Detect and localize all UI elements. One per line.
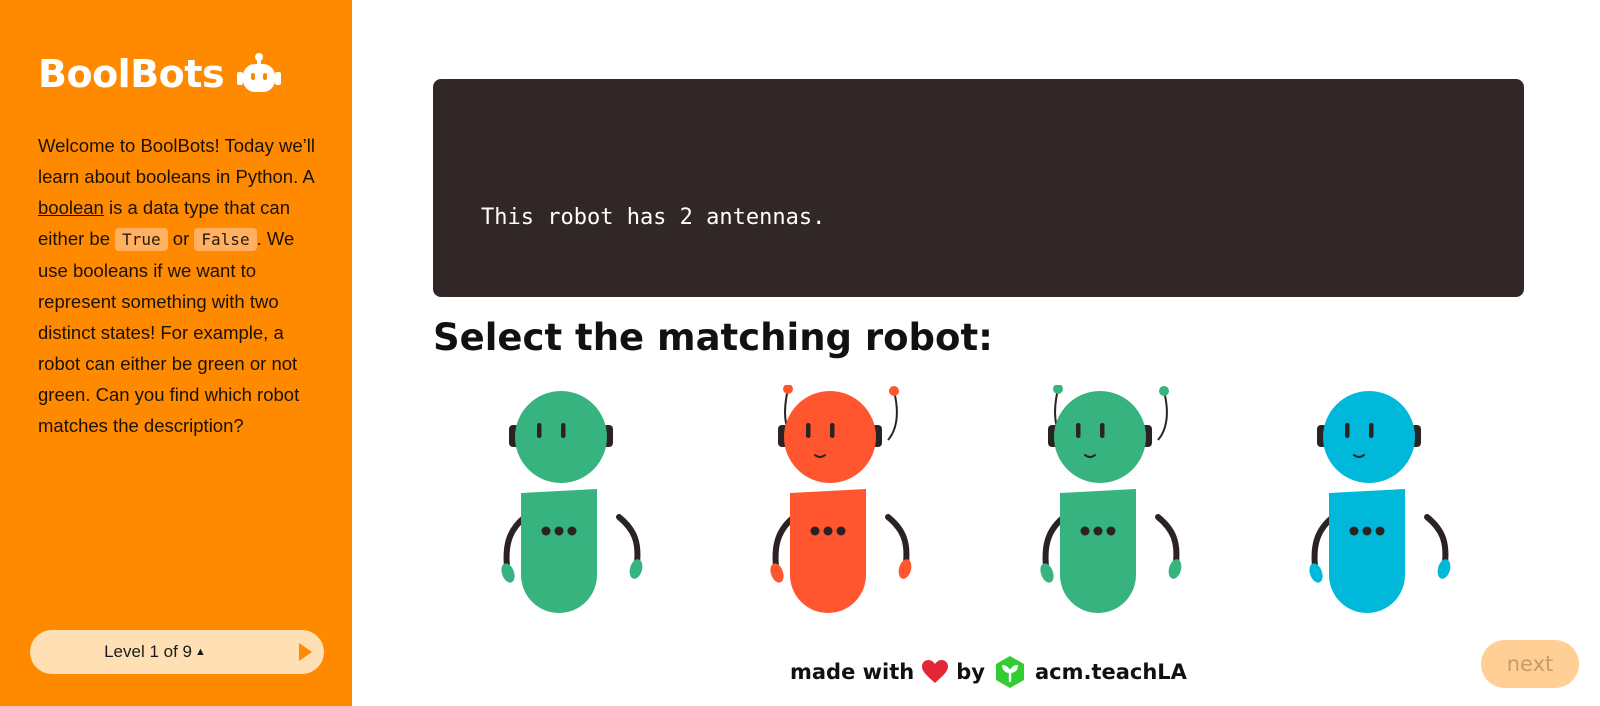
intro-part-4: . We use booleans if we want to represen… bbox=[38, 228, 300, 436]
robot-option-4[interactable] bbox=[1305, 385, 1455, 623]
app-title: BoolBots bbox=[38, 52, 225, 96]
body-dot bbox=[567, 526, 577, 536]
robot-body bbox=[790, 489, 866, 613]
antenna-tip bbox=[889, 386, 899, 396]
robot-figure bbox=[1040, 385, 1182, 613]
robot-eye bbox=[537, 423, 542, 438]
antenna-tip bbox=[783, 385, 793, 394]
body-dot bbox=[1349, 526, 1359, 536]
robot-eye bbox=[561, 423, 566, 438]
robot-eye bbox=[1100, 423, 1105, 438]
body-dot bbox=[541, 526, 551, 536]
made-with-text: made with bbox=[790, 660, 915, 684]
left-hand bbox=[501, 563, 515, 583]
robot-head bbox=[515, 391, 607, 483]
heart-icon bbox=[922, 660, 949, 683]
robot-eye bbox=[806, 423, 811, 438]
level-selector[interactable]: Level 1 of 9 ▲ bbox=[30, 630, 324, 674]
intro-part-3: or bbox=[167, 228, 195, 249]
robot-head bbox=[784, 391, 876, 483]
intro-part-1: Welcome to BoolBots! Today we’ll learn a… bbox=[38, 135, 315, 187]
teachla-leaf-icon bbox=[995, 656, 1024, 688]
antenna-tip bbox=[1053, 385, 1063, 394]
play-arrow-icon[interactable] bbox=[299, 643, 312, 661]
antenna-tip bbox=[1159, 386, 1169, 396]
robot-head bbox=[1323, 391, 1415, 483]
robot-icon bbox=[237, 53, 282, 92]
robot-figure bbox=[501, 391, 643, 613]
robot-body bbox=[1060, 489, 1136, 613]
body-dot bbox=[823, 526, 833, 536]
robot-body bbox=[521, 489, 597, 613]
body-dot bbox=[1106, 526, 1116, 536]
left-hand bbox=[1040, 563, 1054, 583]
code-true: True bbox=[115, 228, 168, 251]
body-dot bbox=[1375, 526, 1385, 536]
body-dot bbox=[1093, 526, 1103, 536]
right-arm bbox=[616, 514, 641, 566]
code-line: This robot has 2 antennas. bbox=[481, 205, 826, 230]
right-arm bbox=[885, 514, 910, 566]
body-dot bbox=[836, 526, 846, 536]
robot-eye bbox=[1076, 423, 1081, 438]
caret-up-icon: ▲ bbox=[195, 646, 206, 658]
intro-text: Welcome to BoolBots! Today we’ll learn a… bbox=[38, 130, 328, 441]
body-dot bbox=[810, 526, 820, 536]
footer: made with by acm.teachLA bbox=[790, 654, 1187, 690]
code-box: This robot has 2 antennas. This robot ha… bbox=[433, 79, 1524, 410]
robot-head bbox=[1054, 391, 1146, 483]
robot-eye bbox=[1369, 423, 1374, 438]
robot-option-3[interactable] bbox=[1036, 385, 1186, 623]
level-label[interactable]: Level 1 of 9 ▲ bbox=[30, 630, 280, 674]
left-hand bbox=[1309, 563, 1323, 583]
robot-option-2[interactable] bbox=[766, 385, 916, 623]
level-text: Level 1 of 9 bbox=[104, 642, 192, 661]
right-hand bbox=[629, 559, 643, 579]
body-dot bbox=[554, 526, 564, 536]
prompt-title: Select the matching robot: bbox=[433, 316, 993, 359]
body-dot bbox=[1362, 526, 1372, 536]
code-false: False bbox=[194, 228, 257, 251]
robot-eye bbox=[830, 423, 835, 438]
by-text: by bbox=[956, 660, 985, 684]
left-hand bbox=[770, 563, 784, 583]
sidebar: BoolBots Welcome to BoolBots! Today we’l… bbox=[0, 0, 352, 706]
right-arm bbox=[1424, 514, 1449, 566]
body-dot bbox=[1080, 526, 1090, 536]
robot-figure bbox=[770, 385, 912, 613]
right-hand bbox=[898, 559, 912, 579]
right-hand bbox=[1168, 559, 1182, 579]
robot-body bbox=[1329, 489, 1405, 613]
right-hand bbox=[1437, 559, 1451, 579]
teachla-brand[interactable]: acm.teachLA bbox=[1035, 660, 1187, 684]
next-button[interactable]: next bbox=[1481, 640, 1579, 688]
robot-option-1[interactable] bbox=[497, 385, 647, 623]
boolean-link[interactable]: boolean bbox=[38, 197, 104, 218]
right-arm bbox=[1155, 514, 1180, 566]
brand: BoolBots bbox=[38, 52, 282, 96]
robot-eye bbox=[1345, 423, 1350, 438]
robot-figure bbox=[1309, 391, 1451, 613]
